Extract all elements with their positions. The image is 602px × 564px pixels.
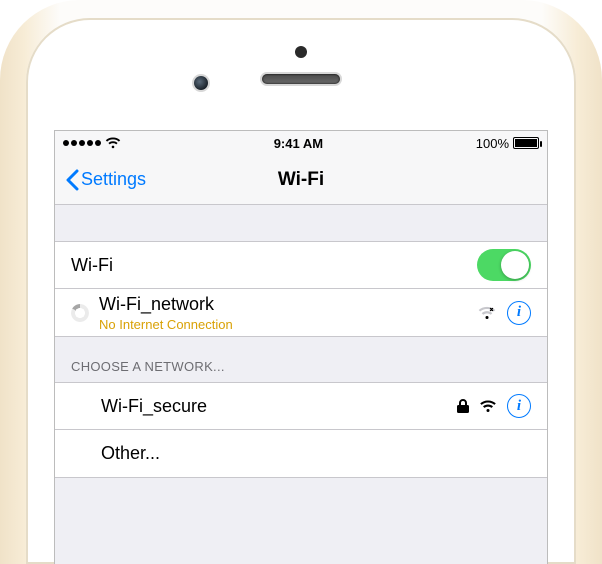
wifi-signal-weak-icon [477,306,497,320]
choose-network-header: CHOOSE A NETWORK... [55,337,547,382]
wifi-toggle-row: Wi-Fi [55,241,547,289]
device-top-hardware [26,18,576,130]
back-button[interactable]: Settings [65,169,146,191]
info-button[interactable]: i [507,301,531,325]
chevron-left-icon [65,169,79,191]
wifi-toggle-switch[interactable] [477,249,531,281]
spinner-icon [71,304,89,322]
current-network-name: Wi-Fi_network [99,294,477,315]
earpiece-speaker [262,74,340,84]
navigation-bar: Settings Wi-Fi [55,155,547,205]
status-bar: 9:41 AM 100% [55,131,547,155]
network-name: Wi-Fi_secure [101,396,457,417]
wifi-toggle-label: Wi-Fi [71,255,477,276]
battery-icon [513,137,539,149]
battery-percentage: 100% [476,136,509,151]
info-button[interactable]: i [507,394,531,418]
status-bar-time: 9:41 AM [274,136,323,151]
front-camera [194,76,208,90]
device-frame: 9:41 AM 100% Settings Wi-Fi Wi [0,0,602,564]
wifi-signal-icon [479,399,497,413]
device-bezel: 9:41 AM 100% Settings Wi-Fi Wi [26,18,576,564]
other-network-row[interactable]: Other... [55,430,547,478]
lock-icon [457,398,469,414]
proximity-sensor [295,46,307,58]
wifi-status-icon [105,137,121,149]
other-network-label: Other... [101,443,531,464]
current-network-row[interactable]: Wi-Fi_network No Internet Connection i [55,289,547,337]
network-row-wifi-secure[interactable]: Wi-Fi_secure i [55,382,547,430]
current-network-status: No Internet Connection [99,317,477,332]
cell-signal-dots-icon [63,140,101,146]
screen: 9:41 AM 100% Settings Wi-Fi Wi [54,130,548,564]
back-button-label: Settings [81,169,146,190]
